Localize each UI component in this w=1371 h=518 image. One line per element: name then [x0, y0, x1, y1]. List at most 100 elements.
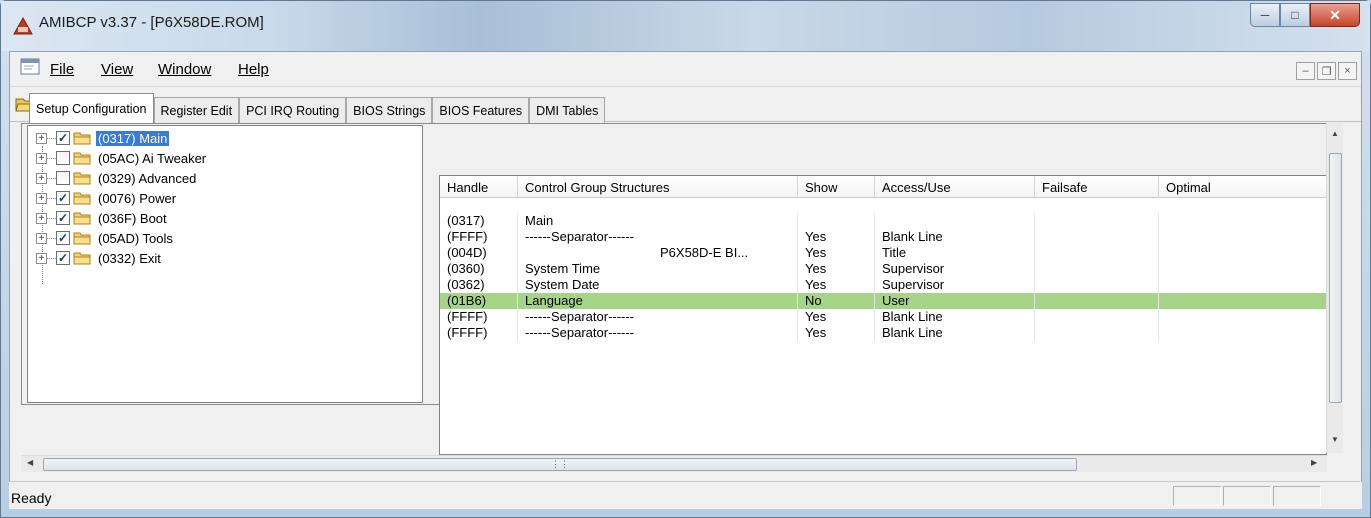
- tree-checkbox[interactable]: [56, 151, 70, 165]
- tab-pci-irq-routing[interactable]: PCI IRQ Routing: [239, 97, 347, 123]
- menu-window-label: Window: [158, 61, 212, 78]
- cell-access: Blank Line: [875, 325, 1035, 341]
- menu-file[interactable]: File: [50, 61, 74, 78]
- title-bar[interactable]: AMIBCP v3.37 - [P6X58DE.ROM] ─ □ ✕: [1, 1, 1370, 51]
- cell-optimal: [1159, 261, 1326, 277]
- maximize-button[interactable]: □: [1280, 3, 1310, 27]
- cell-optimal: [1159, 213, 1326, 229]
- col-optimal[interactable]: Optimal: [1159, 176, 1326, 198]
- mdi-restore-button[interactable]: ❐: [1317, 62, 1336, 80]
- scroll-left-arrow-icon[interactable]: ◀: [27, 458, 33, 467]
- menu-bar: File View Window Help – ❐ ×: [10, 52, 1361, 86]
- table-row[interactable]: (0360) System Time Yes Supervisor: [440, 261, 1326, 277]
- folder-icon: [73, 172, 91, 185]
- cell-failsafe: [1035, 277, 1159, 293]
- setup-tree[interactable]: + ✓ (0317) Main + (05AC) Ai Tweaker + (0329) A…: [27, 125, 423, 403]
- scroll-down-arrow-icon[interactable]: ▼: [1331, 435, 1339, 444]
- folder-icon: [73, 192, 91, 205]
- folder-icon: [73, 132, 91, 145]
- tab-bios-strings[interactable]: BIOS Strings: [346, 97, 433, 123]
- scroll-right-arrow-icon[interactable]: ▶: [1311, 458, 1317, 467]
- tree-item-label: (05AC) Ai Tweaker: [98, 150, 207, 166]
- tree-item[interactable]: + ✓ (0317) Main: [28, 128, 170, 148]
- cell-control: System Date: [518, 277, 798, 293]
- cell-control: Main: [518, 213, 798, 229]
- horizontal-scroll-thumb[interactable]: ⋮⋮: [43, 458, 1077, 471]
- menu-window[interactable]: Window: [158, 61, 211, 78]
- expand-plus-icon[interactable]: +: [36, 172, 47, 184]
- cell-failsafe: [1035, 229, 1159, 245]
- mdi-close-button[interactable]: ×: [1338, 62, 1357, 80]
- cell-show: Yes: [798, 229, 875, 245]
- tree-checkbox[interactable]: ✓: [56, 131, 70, 145]
- minimize-button[interactable]: ─: [1250, 3, 1280, 27]
- amibcp-triangle-icon: [13, 17, 33, 35]
- menu-help[interactable]: Help: [238, 61, 269, 78]
- control-grid[interactable]: Handle Control Group Structures Show Acc…: [439, 175, 1327, 455]
- col-access-use[interactable]: Access/Use: [875, 176, 1035, 198]
- tree-item[interactable]: + ✓ (036F) Boot: [28, 208, 169, 228]
- cell-handle: (FFFF): [440, 325, 518, 341]
- cell-show: No: [798, 293, 875, 309]
- cell-access: Blank Line: [875, 309, 1035, 325]
- tab-setup-configuration[interactable]: Setup Configuration: [29, 93, 154, 123]
- cell-failsafe: [1035, 261, 1159, 277]
- vertical-scroll-thumb[interactable]: [1329, 153, 1342, 403]
- table-row[interactable]: (FFFF) ------Separator------ Yes Blank Line: [440, 309, 1326, 325]
- tree-item-label: (036F) Boot: [98, 210, 167, 226]
- cell-control: ------Separator------: [518, 325, 798, 341]
- tree-checkbox[interactable]: [56, 171, 70, 185]
- table-row[interactable]: (0362) System Date Yes Supervisor: [440, 277, 1326, 293]
- pane-splitter[interactable]: [425, 125, 439, 403]
- tree-item[interactable]: + ✓ (0332) Exit: [28, 248, 163, 268]
- cell-handle: (004D): [440, 245, 518, 261]
- menu-help-label: Help: [238, 61, 269, 78]
- menu-view[interactable]: View: [101, 61, 133, 78]
- tree-item[interactable]: + ✓ (05AD) Tools: [28, 228, 175, 248]
- tree-checkbox[interactable]: ✓: [56, 211, 70, 225]
- menu-view-label: View: [101, 61, 134, 78]
- tree-item[interactable]: + ✓ (0076) Power: [28, 188, 178, 208]
- expand-plus-icon[interactable]: +: [36, 132, 47, 144]
- cell-control: P6X58D-E BI...: [518, 245, 798, 261]
- close-button[interactable]: ✕: [1310, 3, 1360, 27]
- cell-show: Yes: [798, 245, 875, 261]
- cell-access: Supervisor: [875, 277, 1035, 293]
- table-row[interactable]: (004D) P6X58D-E BI... Yes Title: [440, 245, 1326, 261]
- folder-icon: [73, 252, 91, 265]
- col-show[interactable]: Show: [798, 176, 875, 198]
- col-handle[interactable]: Handle: [440, 176, 518, 198]
- tab-dmi-tables[interactable]: DMI Tables: [529, 97, 606, 123]
- expand-plus-icon[interactable]: +: [36, 232, 47, 244]
- tree-item[interactable]: + (0329) Advanced: [28, 168, 198, 188]
- col-failsafe[interactable]: Failsafe: [1035, 176, 1159, 198]
- cell-show: Yes: [798, 261, 875, 277]
- tree-checkbox[interactable]: ✓: [56, 231, 70, 245]
- minimize-icon: ─: [1260, 8, 1270, 22]
- table-row[interactable]: (FFFF) ------Separator------ Yes Blank Line: [440, 229, 1326, 245]
- expand-plus-icon[interactable]: +: [36, 192, 47, 204]
- vertical-scrollbar[interactable]: ▲ ▼: [1326, 123, 1343, 453]
- tree-checkbox[interactable]: ✓: [56, 251, 70, 265]
- cell-failsafe: [1035, 309, 1159, 325]
- col-control-group[interactable]: Control Group Structures: [518, 176, 798, 198]
- mdi-controls: – ❐ ×: [1296, 62, 1357, 80]
- cell-optimal: [1159, 245, 1326, 261]
- tree-branch-line: [47, 157, 56, 159]
- expand-plus-icon[interactable]: +: [36, 212, 47, 224]
- scroll-up-arrow-icon[interactable]: ▲: [1331, 129, 1339, 138]
- tab-register-edit[interactable]: Register Edit: [153, 97, 240, 123]
- table-row[interactable]: (01B6) Language No User: [440, 293, 1326, 309]
- cell-show: Yes: [798, 309, 875, 325]
- tree-checkbox[interactable]: ✓: [56, 191, 70, 205]
- table-row[interactable]: (0317) Main: [440, 213, 1326, 229]
- tab-bios-features[interactable]: BIOS Features: [432, 97, 530, 123]
- expand-plus-icon[interactable]: +: [36, 152, 47, 164]
- expand-plus-icon[interactable]: +: [36, 252, 47, 264]
- table-row[interactable]: (FFFF) ------Separator------ Yes Blank Line: [440, 325, 1326, 341]
- status-pane: [1173, 486, 1221, 506]
- tree-branch-line: [47, 217, 56, 219]
- tree-item[interactable]: + (05AC) Ai Tweaker: [28, 148, 208, 168]
- mdi-minimize-button[interactable]: –: [1296, 62, 1315, 80]
- horizontal-scrollbar[interactable]: ◀ ⋮⋮ ▶: [21, 455, 1327, 472]
